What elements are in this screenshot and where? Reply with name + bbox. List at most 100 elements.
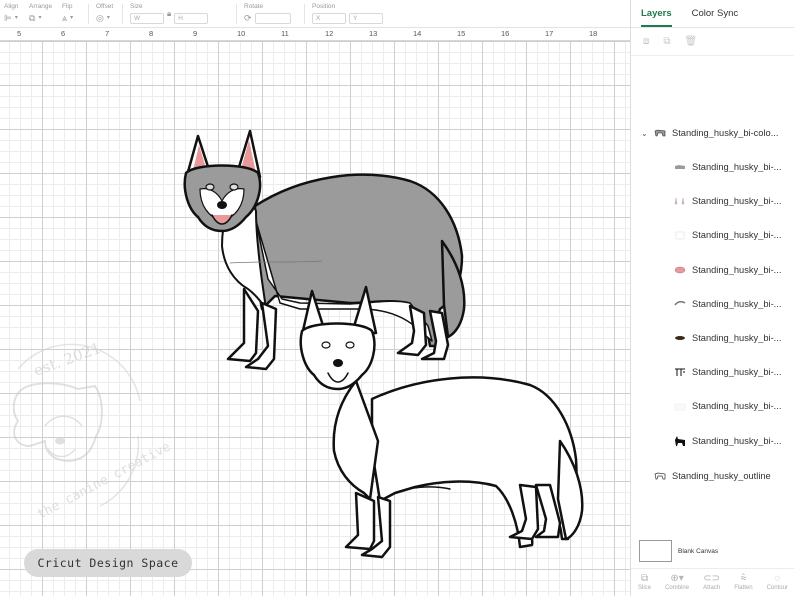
position-y-field[interactable]: Y: [349, 12, 383, 24]
flip-group[interactable]: Flip ⩓ ▾: [62, 2, 73, 25]
arrange-label: Arrange: [29, 3, 53, 10]
slice-button[interactable]: ⧉ Slice: [638, 573, 652, 592]
layer-item-name: Standing_husky_bi-...: [692, 401, 782, 412]
ruler-tick-label: 18: [589, 29, 598, 38]
cricut-design-space-badge: Cricut Design Space: [24, 549, 192, 577]
tab-color-sync[interactable]: Color Sync: [692, 8, 738, 27]
ruler-tick-label: 9: [193, 29, 198, 38]
layer-group-husky-bicolor[interactable]: ⌄ Standing_husky_bi-colo...: [631, 123, 794, 143]
layer-item[interactable]: Standing_husky_bi-...: [631, 225, 794, 245]
pink-tongue-thumb-icon: [674, 266, 686, 273]
delete-icon[interactable]: 🗑︎: [685, 36, 698, 47]
layer-item[interactable]: Standing_husky_bi-...: [631, 260, 794, 280]
faint-thumb-icon: [674, 404, 686, 411]
align-icon[interactable]: ⊫: [4, 13, 12, 23]
flatten-button[interactable]: ⩯ Flatten: [734, 574, 753, 592]
arrange-icon[interactable]: ⧉: [29, 13, 35, 23]
contour-icon: ◌: [774, 573, 781, 584]
chevron-down-icon: ▾: [106, 15, 110, 21]
height-prefix: H: [178, 14, 183, 22]
combine-button[interactable]: ⊕▾ Combine: [665, 574, 689, 592]
flatten-label: Flatten: [734, 585, 753, 591]
layer-item[interactable]: Standing_husky_bi-...: [631, 328, 794, 348]
ruler-tick-label: 11: [281, 29, 289, 38]
edit-toolbar: Align ⊫ ▾ Arrange ⧉ ▾ Flip ⩓ ▾ Offset ◎ ▾ Si…: [0, 0, 630, 28]
offset-group[interactable]: Offset ◎ ▾: [96, 2, 113, 25]
contour-button[interactable]: ◌ Contour: [767, 573, 788, 592]
layer-item[interactable]: Standing_husky_bi-...: [631, 362, 794, 382]
blank-canvas-swatch[interactable]: [639, 540, 672, 562]
gray-body-thumb-icon: [675, 165, 685, 169]
size-group: Size W 🔒︎ H: [130, 2, 209, 25]
layer-item-name: Standing_husky_bi-...: [692, 230, 782, 241]
position-group: Position X Y: [312, 2, 383, 25]
position-label: Position: [312, 3, 336, 10]
layer-item-name: Standing_husky_bi-...: [692, 367, 782, 378]
ruler-tick-label: 17: [545, 29, 554, 38]
black-detail-thumb-icon: [675, 368, 685, 377]
ruler-tick-label: 7: [105, 29, 110, 38]
layer-item[interactable]: Standing_husky_bi-...: [631, 191, 794, 211]
layer-item-name: Standing_husky_bi-...: [692, 298, 782, 309]
layer-item[interactable]: Standing_husky_bi-...: [631, 294, 794, 314]
group-icon[interactable]: ⧈: [643, 36, 649, 47]
layer-group-name: Standing_husky_bi-colo...: [672, 128, 779, 138]
y-prefix: Y: [353, 14, 358, 22]
horizontal-ruler: 5 6 7 8 9 10 11 12 13 14 15 16 17 18: [0, 28, 630, 41]
white-thumb-icon: [675, 232, 685, 240]
layer-item-name: Standing_husky_bi-...: [692, 162, 782, 172]
attach-button[interactable]: ⊂⊃ Attach: [703, 573, 721, 592]
ears-thumb-icon: [674, 198, 685, 205]
height-field[interactable]: H: [174, 12, 209, 24]
ruler-tick-label: 10: [237, 29, 246, 38]
rotate-group: Rotate ⟳: [244, 2, 291, 25]
layer-item-name: Standing_husky_bi-...: [692, 196, 782, 207]
x-prefix: X: [316, 14, 321, 22]
canvas-artwork: est. 2021 the canine creative: [12, 129, 584, 559]
outline-thumbnail-icon: [654, 472, 666, 480]
ruler-tick-label: 8: [149, 29, 154, 38]
tab-layers[interactable]: Layers: [641, 8, 672, 27]
slice-label: Slice: [638, 585, 652, 591]
panel-tabs: Layers Color Sync: [631, 0, 794, 28]
chevron-down-icon: ▾: [38, 15, 42, 21]
watermark-logo: est. 2021 the canine creative: [12, 339, 173, 523]
flip-icon[interactable]: ⩓: [62, 13, 67, 23]
width-prefix: W: [134, 14, 141, 22]
layer-item-name: Standing_husky_bi-...: [692, 333, 782, 343]
husky-group-thumbnail-icon: [654, 129, 666, 137]
offset-icon[interactable]: ◎: [96, 13, 104, 23]
lock-icon[interactable]: 🔒︎: [167, 9, 171, 18]
blank-canvas-row[interactable]: Blank Canvas: [639, 540, 718, 562]
bottom-toolbar: ⧉ Slice ⊕▾ Combine ⊂⊃ Attach ⩯ Flatten ◌ Cont…: [631, 568, 794, 596]
design-canvas[interactable]: est. 2021 the canine creative: [0, 41, 630, 596]
dark-nose-thumb-icon: [675, 336, 685, 340]
chevron-down-icon: ▾: [14, 15, 18, 21]
layers-panel: Layers Color Sync ⧈ ⧉ 🗑︎ ⌄ Standing_husk…: [630, 0, 794, 596]
offset-label: Offset: [96, 3, 114, 10]
ruler-tick-label: 16: [501, 29, 510, 38]
black-silhouette-thumb-icon: [675, 435, 685, 446]
attach-icon: ⊂⊃: [703, 573, 721, 584]
chevron-down-icon: ▾: [70, 15, 74, 21]
align-group[interactable]: Align ⊫ ▾: [4, 2, 18, 25]
toolbar-divider: [88, 4, 89, 24]
flip-label: Flip: [62, 3, 73, 10]
rotate-field[interactable]: [254, 12, 291, 24]
chevron-down-icon[interactable]: ⌄: [641, 129, 648, 138]
slice-icon: ⧉: [640, 573, 649, 584]
position-x-field[interactable]: X: [312, 12, 346, 24]
layer-item-name: Standing_husky_bi-...: [692, 264, 782, 275]
duplicate-icon[interactable]: ⧉: [663, 36, 670, 47]
arrange-group[interactable]: Arrange ⧉ ▾: [29, 2, 52, 25]
layer-husky-outline[interactable]: Standing_husky_outline: [631, 466, 794, 486]
layer-item[interactable]: Standing_husky_bi-...: [631, 431, 794, 451]
layer-item[interactable]: Standing_husky_bi-...: [631, 396, 794, 416]
layer-item[interactable]: Standing_husky_bi-...: [631, 157, 794, 177]
width-field[interactable]: W: [130, 12, 164, 24]
layer-outline-name: Standing_husky_outline: [672, 471, 771, 481]
attach-label: Attach: [703, 585, 721, 591]
ruler-tick-label: 12: [325, 29, 334, 38]
rotate-icon: ⟳: [244, 12, 252, 23]
design-space-window: Align ⊫ ▾ Arrange ⧉ ▾ Flip ⩓ ▾ Offset ◎ ▾ Si…: [0, 0, 794, 596]
